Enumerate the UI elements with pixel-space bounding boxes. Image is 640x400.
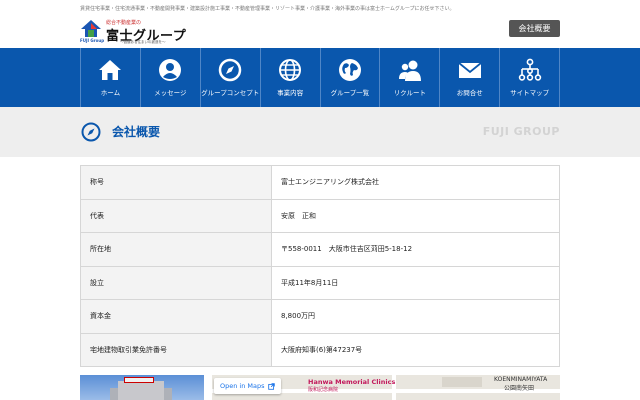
company-overview-button[interactable]: 会社概要 — [509, 20, 560, 37]
row-value: 〒558-0011 大阪市住吉区苅田5-18-12 — [271, 232, 560, 267]
nav-item-contact[interactable]: お問合せ — [440, 48, 501, 107]
nav-item-group-list[interactable]: グループ一覧 — [321, 48, 381, 107]
row-value: 富士エンジニアリング株式会社 — [271, 165, 560, 200]
row-value: 8,800万円 — [271, 299, 560, 334]
page-title-english: FUJI GROUP — [482, 125, 560, 138]
nav-item-message[interactable]: メッセージ — [141, 48, 201, 107]
table-row: 設立 平成11年8月11日 — [80, 265, 560, 300]
nav-label: お問合せ — [456, 89, 483, 97]
row-value: 大阪府知事(6)第47237号 — [271, 332, 560, 367]
nav-item-sitemap[interactable]: サイトマップ — [500, 48, 560, 107]
row-label: 代表 — [80, 198, 272, 233]
globe-grid-icon — [278, 58, 302, 82]
row-value: 平成11年8月11日 — [271, 265, 560, 300]
header-tagline: 賃貸住宅事業・住宅流通事業・不動産開発事業・建築設計施工事業・不動産管理事業・リ… — [80, 6, 455, 12]
open-in-maps-label: Open in Maps — [220, 382, 265, 390]
table-row: 所在地 〒558-0011 大阪市住吉区苅田5-18-12 — [80, 232, 560, 267]
page-title-bar: 会社概要 FUJI GROUP — [0, 107, 640, 157]
nav-item-home[interactable]: ホーム — [81, 48, 141, 107]
building-photo — [80, 375, 204, 400]
table-row: 代表 安原 正和 — [80, 198, 560, 233]
row-label: 所在地 — [80, 232, 272, 267]
nav-label: グループコンセプト — [201, 89, 260, 97]
compass-icon — [81, 122, 101, 142]
nav-label: サイトマップ — [510, 89, 550, 97]
nav-label: メッセージ — [154, 89, 187, 97]
nav-item-concept[interactable]: グループコンセプト — [201, 48, 261, 107]
mail-icon — [458, 58, 482, 82]
company-info-table: 称号 富士エンジニアリング株式会社 代表 安原 正和 所在地 〒558-0011… — [80, 165, 560, 367]
map-embed[interactable]: Open in Maps Hanwa Memorial Clinics 阪和記念… — [212, 375, 560, 400]
row-label: 資本金 — [80, 299, 272, 334]
map-place-label[interactable]: Hanwa Memorial Clinics — [308, 378, 395, 386]
table-row: 宅地建物取引業免許番号 大阪府知事(6)第47237号 — [80, 332, 560, 367]
site-logo[interactable]: 総合不動産業の 富士グループ FUJI Group 〜価値ある住まいの創造を〜 — [80, 18, 190, 44]
map-place-label-jp: 阪和記念病院 — [308, 387, 339, 393]
row-label: 宅地建物取引業免許番号 — [80, 332, 272, 367]
logo-tagline: 〜価値ある住まいの創造を〜 — [120, 40, 166, 44]
nav-label: リクルート — [393, 89, 426, 97]
table-row: 資本金 8,800万円 — [80, 299, 560, 334]
users-icon — [398, 58, 422, 82]
nav-label: 事業内容 — [277, 89, 304, 97]
logo-mark-icon — [81, 20, 101, 37]
row-value: 安原 正和 — [271, 198, 560, 233]
page-title: 会社概要 — [112, 125, 161, 139]
home-icon — [98, 58, 122, 82]
open-in-maps-button[interactable]: Open in Maps — [214, 378, 281, 394]
nav-item-business[interactable]: 事業内容 — [261, 48, 321, 107]
nav-label: グループ一覧 — [330, 89, 370, 97]
table-row: 称号 富士エンジニアリング株式会社 — [80, 165, 560, 200]
external-link-icon — [267, 382, 275, 390]
nav-label: ホーム — [100, 89, 121, 97]
nav-item-recruit[interactable]: リクルート — [380, 48, 441, 107]
site-header: 総合不動産業の 富士グループ FUJI Group 〜価値ある住まいの創造を〜 … — [80, 14, 560, 48]
compass-icon — [218, 58, 242, 82]
row-label: 称号 — [80, 165, 272, 200]
map-area-label-jp: 公園南矢田 — [504, 385, 535, 392]
logo-english: FUJI Group — [80, 38, 105, 43]
map-area-label: KOENMINAMIYATA — [494, 376, 548, 383]
main-nav: ホーム メッセージ グループコンセプト 事業内容 グループ一覧 リクルート お問… — [0, 48, 640, 107]
row-label: 設立 — [80, 265, 272, 300]
person-icon — [158, 58, 182, 82]
globe-icon — [338, 58, 362, 82]
sitemap-icon — [518, 58, 542, 82]
